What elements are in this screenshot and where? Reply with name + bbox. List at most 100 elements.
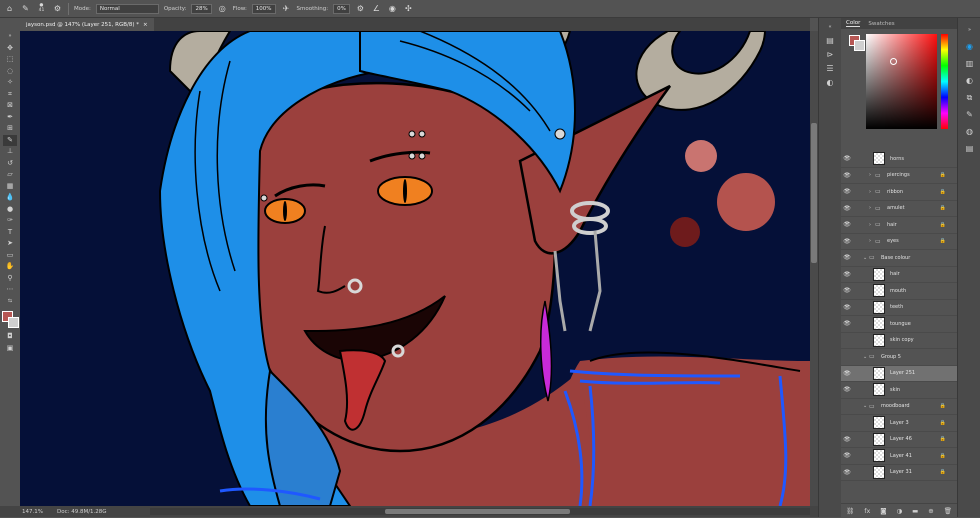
paths-icon[interactable]: ✎ bbox=[964, 109, 976, 120]
quick-mask-icon[interactable]: ◘ bbox=[3, 331, 17, 343]
layer-row[interactable]: 👁 skin bbox=[841, 382, 957, 399]
visibility-eye-icon[interactable]: 👁 bbox=[841, 221, 853, 228]
zoom-level[interactable]: 147.1% bbox=[22, 509, 43, 515]
layer-thumbnail[interactable] bbox=[873, 432, 885, 446]
document-canvas[interactable] bbox=[20, 31, 810, 506]
layer-style-icon[interactable]: fx bbox=[864, 507, 870, 515]
quick-select-tool-icon[interactable]: ✧ bbox=[3, 77, 17, 89]
layer-comps-icon[interactable]: ⧉ bbox=[964, 92, 976, 103]
layer-thumbnail[interactable] bbox=[873, 300, 885, 314]
visibility-eye-icon[interactable]: 👁 bbox=[841, 287, 853, 294]
eyedropper-tool-icon[interactable]: ✒ bbox=[3, 112, 17, 124]
document-size[interactable]: Doc: 49.8M/1.28G bbox=[57, 509, 107, 515]
hue-slider[interactable] bbox=[941, 34, 948, 129]
layer-row[interactable]: 👁 › ▭ amulet 🔒 bbox=[841, 201, 957, 217]
tab-swatches[interactable]: Swatches bbox=[868, 21, 894, 27]
brush-tool-icon[interactable]: ✎ bbox=[20, 3, 31, 14]
visibility-eye-icon[interactable]: 👁 bbox=[841, 403, 853, 410]
pressure-size-icon[interactable]: ◉ bbox=[387, 3, 398, 14]
visibility-eye-icon[interactable]: 👁 bbox=[841, 370, 853, 377]
visibility-eye-icon[interactable]: 👁 bbox=[841, 452, 853, 459]
layer-thumbnail[interactable] bbox=[873, 449, 885, 463]
layer-row[interactable]: 👁 › ▭ hair 🔒 bbox=[841, 217, 957, 234]
adjustment-layer-icon[interactable]: ◑ bbox=[897, 507, 903, 515]
visibility-eye-icon[interactable]: 👁 bbox=[841, 304, 853, 311]
color-swatches[interactable] bbox=[2, 311, 19, 328]
learn-icon[interactable]: ◉ bbox=[964, 41, 976, 52]
type-tool-icon[interactable]: T bbox=[3, 227, 17, 239]
clone-stamp-tool-icon[interactable]: ⊥ bbox=[3, 146, 17, 158]
blur-tool-icon[interactable]: 💧 bbox=[3, 192, 17, 204]
lasso-tool-icon[interactable]: ◌ bbox=[3, 66, 17, 78]
layer-thumbnail[interactable] bbox=[873, 152, 885, 166]
document-tab[interactable]: jayson.psd @ 147% (Layer 251, RGB/8) * × bbox=[20, 18, 154, 31]
visibility-eye-icon[interactable]: 👁 bbox=[841, 172, 853, 179]
layer-thumbnail[interactable] bbox=[873, 267, 885, 281]
layer-row[interactable]: 👁⌄▭Group 5 bbox=[841, 349, 957, 366]
flow-input[interactable]: 100% bbox=[251, 3, 276, 14]
pen-tool-icon[interactable]: ✑ bbox=[3, 215, 17, 227]
visibility-eye-icon[interactable]: 👁 bbox=[841, 337, 853, 344]
home-icon[interactable]: ⌂ bbox=[4, 3, 15, 14]
visibility-eye-icon[interactable]: 👁 bbox=[841, 238, 853, 245]
properties-icon[interactable]: ☰ bbox=[824, 63, 836, 74]
history-brush-tool-icon[interactable]: ↺ bbox=[3, 158, 17, 170]
symmetry-icon[interactable]: ✣ bbox=[403, 3, 414, 14]
layer-row[interactable]: 👁 › ▭ eyes 🔒 bbox=[841, 234, 957, 250]
visibility-eye-icon[interactable]: 👁 bbox=[841, 254, 853, 261]
delete-layer-icon[interactable]: 🗑 bbox=[944, 507, 952, 515]
layer-thumbnail[interactable] bbox=[873, 317, 885, 331]
layer-row[interactable]: 👁 Layer 31 🔒 bbox=[841, 465, 957, 481]
collapse-toolbar-icon[interactable]: » bbox=[3, 31, 17, 43]
vertical-scrollbar[interactable] bbox=[810, 31, 818, 506]
layer-row[interactable]: 👁 hair bbox=[841, 267, 957, 283]
layer-row[interactable]: 👁 horns bbox=[841, 151, 957, 168]
color-cursor[interactable] bbox=[890, 58, 897, 65]
layer-row[interactable]: 👁 skin copy bbox=[841, 333, 957, 349]
visibility-eye-icon[interactable]: 👁 bbox=[841, 436, 853, 443]
crop-tool-icon[interactable]: ⌗ bbox=[3, 89, 17, 101]
horizontal-scrollbar[interactable] bbox=[150, 508, 810, 515]
eraser-tool-icon[interactable]: ▱ bbox=[3, 169, 17, 181]
layer-row[interactable]: 👁 toungue bbox=[841, 316, 957, 333]
visibility-eye-icon[interactable]: 👁 bbox=[841, 188, 853, 195]
visibility-eye-icon[interactable]: 👁 bbox=[841, 353, 853, 360]
adjust-icon[interactable]: ◐ bbox=[964, 75, 976, 86]
history-icon[interactable]: ▤ bbox=[824, 35, 836, 46]
libraries-icon[interactable]: ▥ bbox=[964, 58, 976, 69]
more-tools-icon[interactable]: ⋯ bbox=[3, 284, 17, 296]
swap-colors-icon[interactable]: ⇆ bbox=[3, 296, 17, 308]
layer-row[interactable]: 👁 ⌄ ▭ Base colour bbox=[841, 250, 957, 267]
move-tool-icon[interactable]: ✥ bbox=[3, 43, 17, 55]
visibility-eye-icon[interactable]: 👁 bbox=[841, 469, 853, 476]
new-layer-icon[interactable]: ⊕ bbox=[928, 507, 933, 515]
screen-mode-icon[interactable]: ▣ bbox=[3, 343, 17, 355]
tab-color[interactable]: Color bbox=[846, 20, 861, 27]
link-layers-icon[interactable]: ⛓ bbox=[846, 507, 854, 515]
brush-preset-picker[interactable]: ● 41 bbox=[36, 3, 47, 14]
layer-thumbnail[interactable] bbox=[873, 284, 885, 298]
new-group-icon[interactable]: ▬ bbox=[912, 507, 918, 515]
smoothing-input[interactable]: 0% bbox=[333, 3, 350, 14]
smoothing-settings-icon[interactable]: ⚙ bbox=[355, 3, 366, 14]
layer-thumbnail[interactable] bbox=[873, 416, 885, 430]
visibility-eye-icon[interactable]: 👁 bbox=[841, 386, 853, 393]
background-color-chip[interactable] bbox=[854, 40, 865, 51]
layer-thumbnail[interactable] bbox=[873, 366, 885, 380]
layer-thumbnail[interactable] bbox=[873, 333, 885, 347]
brush-tool-icon[interactable]: ✎ bbox=[3, 134, 17, 146]
adjustments-icon[interactable]: ◐ bbox=[824, 77, 836, 88]
background-color-swatch[interactable] bbox=[8, 317, 19, 328]
layer-row[interactable]: 👁 Layer 46 🔒 bbox=[841, 432, 957, 448]
horizontal-scroll-thumb[interactable] bbox=[385, 509, 570, 514]
gradient-tool-icon[interactable]: ▦ bbox=[3, 181, 17, 193]
layer-row[interactable]: 👁⌄▭moodboard🔒 bbox=[841, 399, 957, 415]
layer-row[interactable]: 👁 › ▭ ribbon 🔒 bbox=[841, 184, 957, 201]
layer-row[interactable]: 👁 › ▭ piercings 🔒 bbox=[841, 168, 957, 184]
visibility-eye-icon[interactable]: 👁 bbox=[841, 419, 853, 426]
shape-tool-icon[interactable]: ▭ bbox=[3, 250, 17, 262]
visibility-eye-icon[interactable]: 👁 bbox=[841, 155, 853, 162]
opacity-input[interactable]: 28% bbox=[191, 3, 212, 14]
collapse-panels-icon[interactable]: « bbox=[824, 21, 836, 32]
add-mask-icon[interactable]: ◙ bbox=[880, 507, 886, 515]
